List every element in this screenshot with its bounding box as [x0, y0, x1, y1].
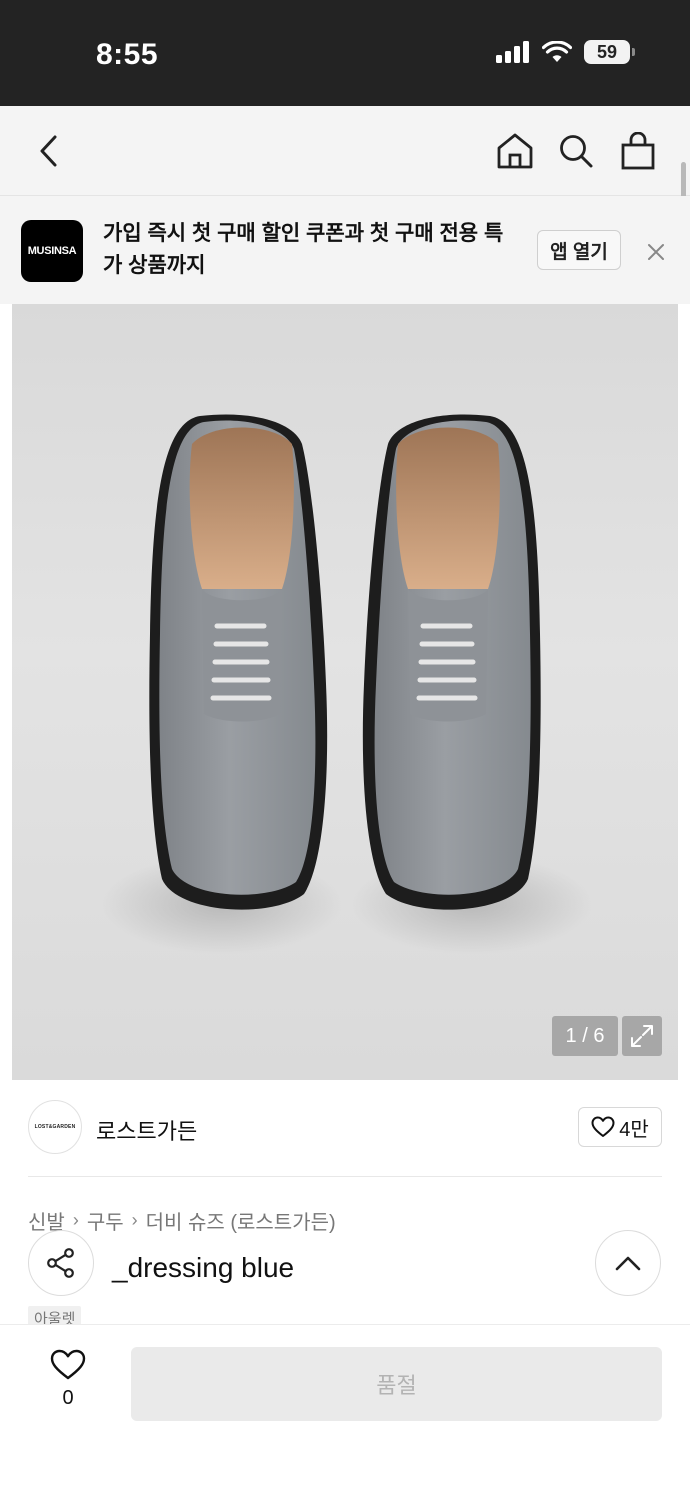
- status-icons: 59: [496, 40, 635, 64]
- chevron-left-icon: [40, 135, 57, 167]
- chevron-right-icon: ›: [131, 1210, 138, 1230]
- bottom-action-bar: 0 품절: [0, 1324, 690, 1500]
- expand-icon: [631, 1025, 653, 1047]
- product-photo-shoes: [102, 414, 592, 954]
- status-time: 8:55: [96, 38, 159, 71]
- share-button[interactable]: [28, 1230, 94, 1296]
- sold-out-button[interactable]: 품절: [131, 1347, 662, 1421]
- image-counter: 1 / 6: [552, 1016, 618, 1056]
- breadcrumb: 신발 › 구두 › 더비 슈즈 (로스트가든): [28, 1206, 336, 1235]
- home-button[interactable]: [492, 128, 538, 174]
- expand-image-button[interactable]: [622, 1016, 662, 1056]
- close-banner-button[interactable]: [644, 240, 668, 264]
- cellular-signal-icon: [496, 41, 529, 63]
- brand-like-count: 4만: [619, 1118, 649, 1141]
- wishlist-count: 0: [62, 1387, 74, 1409]
- product-name: _dressing blue: [112, 1252, 295, 1283]
- nav-bar: [0, 106, 690, 196]
- close-icon: [648, 244, 664, 260]
- cart-button[interactable]: [615, 128, 661, 174]
- brand-logo[interactable]: LOST&GARDEN: [28, 1100, 82, 1154]
- divider: [28, 1176, 662, 1177]
- chevron-right-icon: ›: [72, 1210, 79, 1230]
- brand-name[interactable]: 로스트가든: [96, 1114, 197, 1146]
- musinsa-logo: MUSINSA: [21, 220, 83, 282]
- chevron-up-icon: [615, 1256, 641, 1271]
- open-app-button[interactable]: 앱 열기: [537, 230, 621, 270]
- status-bar: 8:55 59: [0, 0, 690, 106]
- search-button[interactable]: [553, 128, 599, 174]
- wishlist-button[interactable]: 0: [48, 1349, 88, 1410]
- wifi-icon: [542, 41, 572, 62]
- scroll-to-top-button[interactable]: [595, 1230, 661, 1296]
- breadcrumb-item[interactable]: 구두: [87, 1206, 124, 1235]
- search-icon: [560, 135, 593, 168]
- promo-message: 가입 즉시 첫 구매 할인 쿠폰과 첫 구매 전용 특가 상품까지: [103, 222, 504, 277]
- heart-icon: [591, 1116, 615, 1137]
- product-image-gallery[interactable]: 1 / 6: [12, 304, 678, 1080]
- brand-like-button[interactable]: 4만: [578, 1107, 662, 1147]
- heart-icon: [50, 1349, 86, 1380]
- shopping-bag-icon: [621, 132, 655, 170]
- brand-row[interactable]: LOST&GARDEN 로스트가든 4만: [28, 1100, 662, 1156]
- back-button[interactable]: [26, 128, 72, 174]
- battery-indicator: 59: [584, 40, 635, 64]
- app-promo-banner: MUSINSA 가입 즉시 첫 구매 할인 쿠폰과 첫 구매 전용 특가 상품까…: [0, 196, 690, 304]
- share-icon: [47, 1248, 74, 1278]
- breadcrumb-item[interactable]: 더비 슈즈 (로스트가든): [146, 1206, 336, 1235]
- home-icon: [497, 133, 533, 169]
